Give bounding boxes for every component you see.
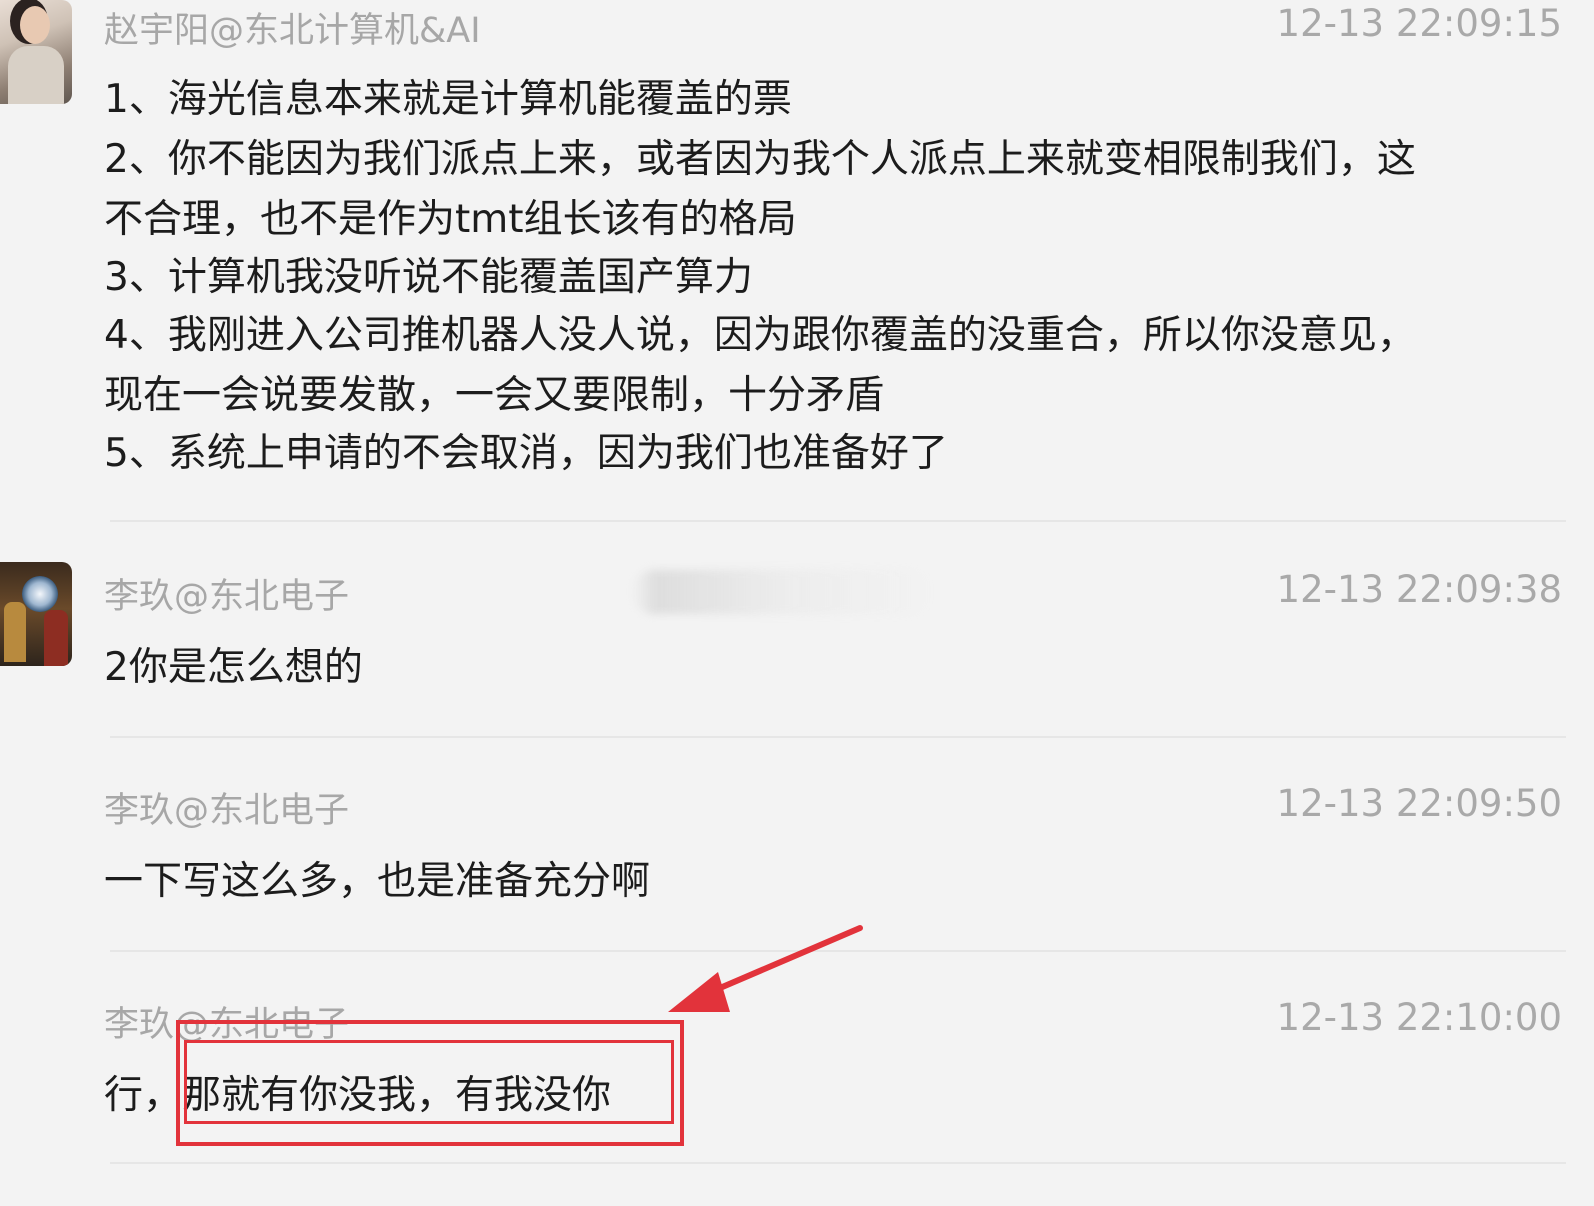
redacted-smudge: [632, 570, 932, 614]
painting-avatar-icon: [22, 576, 58, 612]
message-text-line: 5、系统上申请的不会取消，因为我们也准备好了: [104, 431, 948, 476]
portrait-woman-avatar-icon: [20, 6, 50, 44]
message-timestamp: 12-13 22:09:15: [1276, 2, 1562, 45]
sender-name: 赵宇阳@东北计算机&AI: [104, 11, 481, 51]
avatar-figure: [44, 610, 68, 666]
avatar-body: [8, 46, 64, 104]
message-divider: [110, 950, 1566, 952]
avatar-figure: [4, 602, 26, 662]
message-timestamp: 12-13 22:09:38: [1276, 568, 1562, 611]
message-divider: [110, 520, 1566, 522]
message-text-line: 2、你不能因为我们派点上来，或者因为我个人派点上来就变相限制我们，这: [104, 137, 1416, 182]
sender-name: 李玖@东北电子: [104, 577, 350, 617]
sender-name: 李玖@东北电子: [104, 791, 350, 831]
message-text-line: 现在一会说要发散，一会又要限制，十分矛盾: [104, 373, 885, 418]
message-timestamp: 12-13 22:09:50: [1276, 782, 1562, 825]
message-text-line: 2你是怎么想的: [104, 645, 363, 690]
message-text-line: 3、计算机我没听说不能覆盖国产算力: [104, 255, 753, 300]
message-text-line: 不合理，也不是作为tmt组长该有的格局: [104, 197, 797, 242]
message-divider: [110, 736, 1566, 738]
chat-log: 赵宇阳@东北计算机&AI 12-13 22:09:15 1、海光信息本来就是计算…: [0, 0, 1594, 1206]
sender-avatar[interactable]: [0, 0, 72, 104]
message-text-line: 1、海光信息本来就是计算机能覆盖的票: [104, 77, 792, 122]
message-text-line: 一下写这么多，也是准备充分啊: [104, 859, 651, 904]
message-text-line: 4、我刚进入公司推机器人没人说，因为跟你覆盖的没重合，所以你没意见，: [104, 313, 1416, 358]
sender-avatar[interactable]: [0, 562, 72, 666]
highlight-box-inner: [184, 1040, 674, 1124]
message-divider: [110, 1162, 1566, 1164]
message-timestamp: 12-13 22:10:00: [1276, 996, 1562, 1039]
